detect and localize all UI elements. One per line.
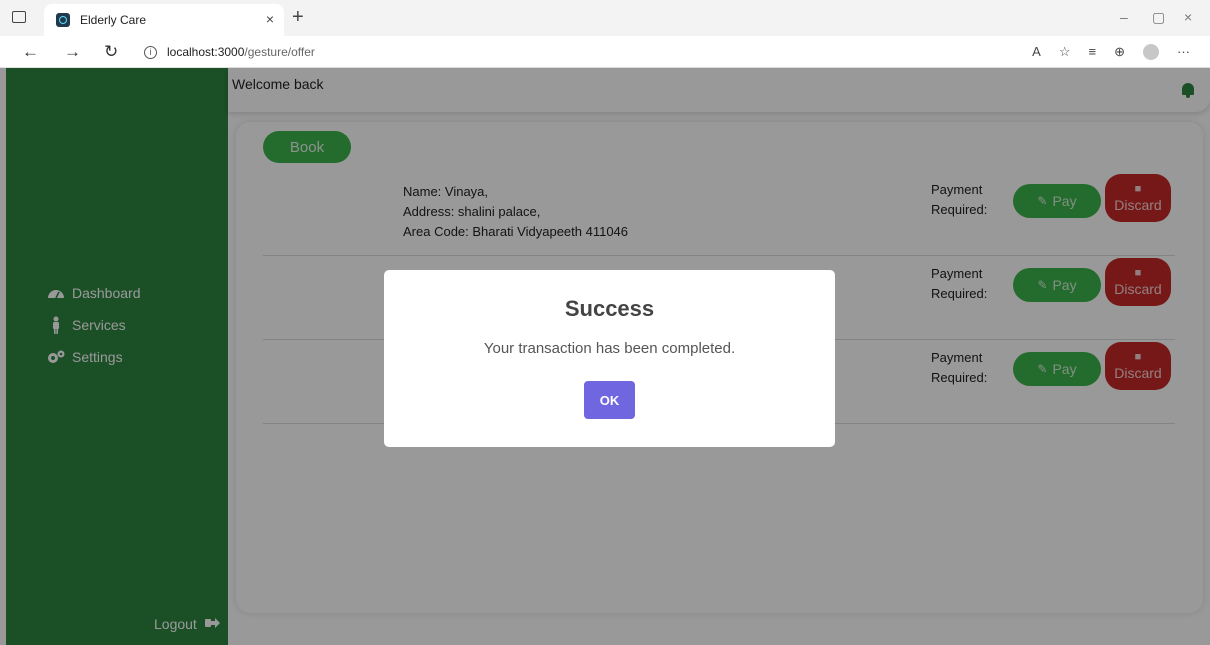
success-dialog: Success Your transaction has been comple…	[384, 270, 835, 447]
forward-arrow-icon[interactable]: →	[64, 42, 81, 62]
dialog-message: Your transaction has been completed.	[483, 340, 736, 357]
read-aloud-icon[interactable]: A	[1032, 44, 1041, 60]
back-arrow-icon[interactable]: ←	[22, 42, 39, 62]
dialog-title: Success	[564, 296, 655, 321]
collections-icon[interactable]: ⊕	[1114, 44, 1125, 60]
tab-title: Elderly Care	[80, 13, 147, 27]
tab-actions-icon[interactable]	[12, 11, 26, 23]
minimize-button[interactable]: –	[1120, 9, 1128, 25]
info-icon[interactable]: i	[144, 45, 157, 59]
profile-avatar-icon[interactable]	[1143, 44, 1159, 60]
tab-close-icon[interactable]: ×	[266, 11, 274, 27]
url-host: localhost:3000	[167, 45, 245, 59]
browser-tab[interactable]: Elderly Care ×	[44, 4, 284, 36]
browser-address-bar: ← → ↻ i localhost:3000/gesture/offer A ☆…	[0, 36, 1210, 68]
url-path: /gesture/offer	[244, 45, 315, 59]
favorite-star-icon[interactable]: ☆	[1059, 44, 1071, 60]
browser-tab-bar: Elderly Care × + – ▢ ×	[0, 0, 1210, 36]
ok-button[interactable]: OK	[584, 381, 635, 419]
reload-icon[interactable]: ↻	[104, 42, 118, 62]
close-window-button[interactable]: ×	[1184, 9, 1192, 25]
restore-button[interactable]: ▢	[1152, 9, 1165, 26]
new-tab-button[interactable]: +	[292, 6, 304, 29]
favorites-list-icon[interactable]: ≡	[1089, 44, 1097, 60]
url-field[interactable]: i localhost:3000/gesture/offer	[136, 39, 1004, 65]
more-menu-icon[interactable]: ···	[1177, 44, 1190, 60]
react-favicon-icon	[56, 13, 70, 27]
browser-toolbar-icons: A ☆ ≡ ⊕ ···	[1032, 44, 1190, 60]
